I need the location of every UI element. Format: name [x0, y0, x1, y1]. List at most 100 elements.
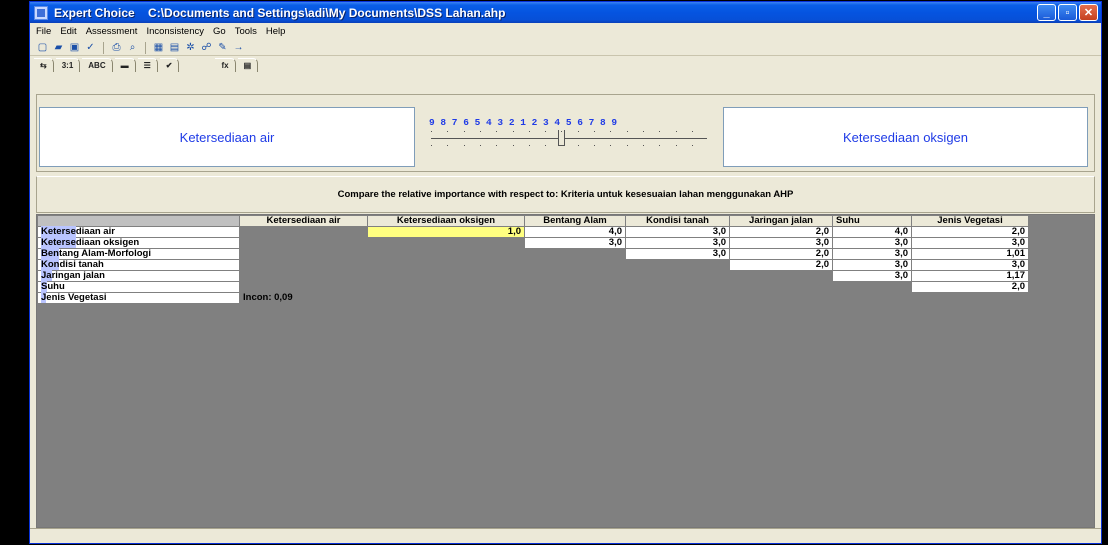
matrix-cell[interactable]: 2,0 — [729, 226, 833, 238]
matrix-cell[interactable]: 4,0 — [524, 226, 626, 238]
left-criterion-box[interactable]: Ketersediaan air — [39, 107, 415, 167]
row-header[interactable]: Ketersediaan air — [37, 226, 240, 238]
numerical-scale-slider[interactable]: 9 8 7 6 5 4 3 2 1 2 3 4 5 6 7 8 9 — [429, 117, 709, 157]
matrix-cell[interactable]: 3,0 — [832, 248, 912, 260]
matrix-cell[interactable]: 3,0 — [832, 259, 912, 271]
scale-tick — [642, 131, 644, 132]
scale-tick — [496, 131, 498, 132]
print-preview-icon[interactable]: ⌕ — [126, 42, 139, 54]
tab-formula[interactable]: fx — [215, 58, 236, 72]
scale-tick — [431, 145, 432, 146]
row-header[interactable]: Suhu — [37, 281, 240, 293]
scale-tick — [594, 145, 595, 146]
arrow-up-icon[interactable]: → — [232, 42, 245, 54]
data-grid-icon[interactable]: ▤ — [168, 42, 181, 54]
row-header[interactable]: Jenis Vegetasi — [37, 292, 240, 304]
scale-tick — [512, 145, 514, 146]
menu-help[interactable]: Help — [266, 26, 286, 37]
window-title: Expert Choice C:\Documents and Settings\… — [54, 5, 506, 20]
tab-questionnaire[interactable]: ☰ — [137, 58, 158, 72]
matrix-cell[interactable]: 1,01 — [911, 248, 1029, 260]
matrix-cell[interactable]: 2,0 — [911, 226, 1029, 238]
scale-tick — [447, 131, 449, 132]
row-header[interactable]: Bentang Alam-Morfologi — [37, 248, 240, 260]
matrix-cell[interactable]: 3,0 — [729, 237, 833, 249]
menu-go[interactable]: Go — [213, 26, 226, 37]
scale-tick — [691, 131, 693, 132]
diagonal-cell — [832, 292, 912, 304]
matrix-cell[interactable]: 3,0 — [832, 270, 912, 282]
tab-verbal[interactable]: ⇆ — [34, 58, 54, 72]
open-folder-icon[interactable]: ▰ — [52, 42, 65, 54]
minimize-button[interactable]: _ — [1037, 4, 1056, 21]
column-header[interactable]: Ketersediaan oksigen — [367, 215, 525, 227]
row-header[interactable]: Ketersediaan oksigen — [37, 237, 240, 249]
column-header[interactable]: Bentang Alam — [524, 215, 626, 227]
scale-tick — [610, 131, 612, 132]
matrix-cell[interactable]: 3,0 — [832, 237, 912, 249]
scale-tick — [512, 131, 514, 132]
synthesize-icon[interactable]: ✲ — [184, 42, 197, 54]
sensitivity-icon[interactable]: ☍ — [200, 42, 213, 54]
matrix-cell[interactable]: 3,0 — [625, 237, 730, 249]
title-bar[interactable]: Expert Choice C:\Documents and Settings\… — [30, 2, 1101, 23]
menu-bar: File Edit Assessment Inconsistency Go To… — [30, 23, 1101, 40]
table-row: Bentang Alam-Morfologi 3,0 2,0 3,0 1,01 — [37, 248, 1029, 260]
save-icon[interactable]: ▣ — [68, 42, 81, 54]
scale-tick — [675, 131, 677, 132]
matrix-cell[interactable]: 4,0 — [832, 226, 912, 238]
menu-assessment[interactable]: Assessment — [86, 26, 138, 37]
wand-icon[interactable]: ✎ — [216, 42, 229, 54]
column-header[interactable]: Jaringan jalan — [729, 215, 833, 227]
menu-tools[interactable]: Tools — [235, 26, 257, 37]
column-header[interactable]: Kondisi tanah — [625, 215, 730, 227]
menu-edit[interactable]: Edit — [60, 26, 76, 37]
row-header[interactable]: Jaringan jalan — [37, 270, 240, 282]
column-header[interactable]: Jenis Vegetasi — [911, 215, 1029, 227]
comparison-matrix: Ketersediaan air Ketersediaan oksigen Be… — [37, 215, 1029, 304]
scale-tick — [479, 131, 481, 132]
print-icon[interactable]: ⎙ — [110, 42, 123, 54]
menu-file[interactable]: File — [36, 26, 51, 37]
expert-choice-app-icon[interactable] — [34, 5, 48, 20]
column-header[interactable]: Ketersediaan air — [239, 215, 368, 227]
matrix-cell[interactable]: 1,17 — [911, 270, 1029, 282]
diagonal-cell — [367, 270, 525, 282]
scale-track[interactable] — [429, 130, 709, 153]
tab-numerical[interactable]: 3:1 — [55, 58, 81, 72]
diagonal-cell — [524, 281, 626, 293]
menu-inconsistency[interactable]: Inconsistency — [146, 26, 204, 37]
close-button[interactable]: ✕ — [1079, 4, 1098, 21]
matrix-cell[interactable]: 3,0 — [524, 237, 626, 249]
selected-cell[interactable]: 1,0 — [367, 226, 525, 238]
right-criterion-box[interactable]: Ketersediaan oksigen — [723, 107, 1088, 167]
matrix-cell[interactable]: 3,0 — [625, 248, 730, 260]
row-header-text: disi tanah — [59, 259, 104, 270]
diagonal-cell — [524, 248, 626, 260]
diagonal-cell — [729, 270, 833, 282]
model-view-icon[interactable]: ▦ — [152, 42, 165, 54]
scale-line — [431, 138, 707, 139]
matrix-cell[interactable]: 2,0 — [911, 281, 1029, 293]
tab-matrix[interactable]: ▤ — [237, 58, 259, 72]
matrix-cell[interactable]: 2,0 — [729, 248, 833, 260]
maximize-button[interactable]: ▫ — [1058, 4, 1077, 21]
scale-tick — [561, 145, 563, 146]
scale-tick — [545, 131, 547, 132]
matrix-cell[interactable]: 2,0 — [729, 259, 833, 271]
tab-direct[interactable]: ✔ — [159, 58, 180, 72]
app-window: Expert Choice C:\Documents and Settings\… — [29, 1, 1102, 544]
scale-tick — [447, 145, 449, 146]
new-file-icon[interactable]: ▢ — [36, 42, 49, 54]
matrix-cell[interactable]: 3,0 — [625, 226, 730, 238]
tab-graphical[interactable]: ▬ — [114, 58, 136, 72]
comparison-matrix-area: Ketersediaan air Ketersediaan oksigen Be… — [36, 214, 1095, 528]
slider-thumb[interactable] — [558, 130, 566, 146]
column-header[interactable]: Suhu — [832, 215, 912, 227]
check-icon[interactable]: ✓ — [84, 42, 97, 54]
matrix-cell[interactable]: 3,0 — [911, 259, 1029, 271]
tab-abc[interactable]: ABC — [82, 58, 113, 72]
table-row: Suhu 2,0 — [37, 281, 1029, 293]
matrix-cell[interactable]: 3,0 — [911, 237, 1029, 249]
row-header[interactable]: Kondisi tanah — [37, 259, 240, 271]
